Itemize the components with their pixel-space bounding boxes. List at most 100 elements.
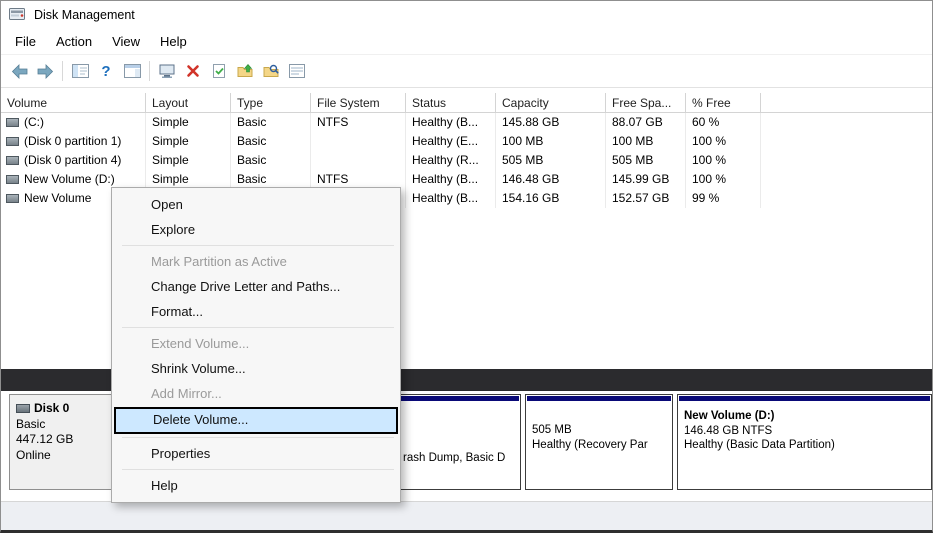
- drive-icon: [6, 137, 19, 146]
- menu-action[interactable]: Action: [46, 31, 102, 52]
- filler-cell: [761, 189, 932, 208]
- status-cell: Healthy (B...: [406, 170, 496, 189]
- free-space-cell: 100 MB: [606, 132, 686, 151]
- forward-icon[interactable]: [32, 58, 58, 84]
- column-header-file-system[interactable]: File System: [311, 93, 406, 113]
- row-c-drive[interactable]: (C:) Simple Basic NTFS Healthy (B... 145…: [1, 113, 932, 132]
- context-menu-item-shrink-volume[interactable]: Shrink Volume...: [112, 356, 400, 381]
- pct-free-cell: 100 %: [686, 151, 761, 170]
- free-space-cell: 505 MB: [606, 151, 686, 170]
- folder-search-icon[interactable]: [258, 58, 284, 84]
- file-system-cell: NTFS: [311, 113, 406, 132]
- disk-management-window: Disk Management File Action View Help ?: [0, 0, 933, 533]
- capacity-cell: 100 MB: [496, 132, 606, 151]
- volume-name: New Volume: [24, 189, 91, 208]
- type-cell: Basic: [231, 113, 311, 132]
- column-header-type[interactable]: Type: [231, 93, 311, 113]
- layout-cell: Simple: [146, 132, 231, 151]
- monitor-icon[interactable]: [154, 58, 180, 84]
- filler-cell: [761, 113, 932, 132]
- app-icon: [9, 6, 27, 24]
- partition-status: Healthy (Basic Data Partition): [684, 438, 925, 453]
- context-menu: Open Explore Mark Partition as Active Ch…: [111, 187, 401, 503]
- toolbar: ?: [1, 54, 932, 88]
- disk-capacity: 447.12 GB: [16, 432, 109, 448]
- status-cell: Healthy (R...: [406, 151, 496, 170]
- capacity-cell: 505 MB: [496, 151, 606, 170]
- free-space-cell: 88.07 GB: [606, 113, 686, 132]
- status-cell: Healthy (B...: [406, 113, 496, 132]
- partition-size: 146.48 GB NTFS: [684, 424, 925, 439]
- menu-separator: [122, 327, 394, 328]
- context-menu-item-extend-volume: Extend Volume...: [112, 331, 400, 356]
- column-header-filler: [761, 93, 932, 113]
- menu-separator: [122, 437, 394, 438]
- help-icon[interactable]: ?: [93, 58, 119, 84]
- drive-icon: [6, 156, 19, 165]
- drive-icon: [6, 118, 19, 127]
- context-menu-item-mark-partition-active: Mark Partition as Active: [112, 249, 400, 274]
- context-menu-item-open[interactable]: Open: [112, 192, 400, 217]
- capacity-cell: 146.48 GB: [496, 170, 606, 189]
- toolbar-separator: [149, 61, 150, 81]
- context-menu-item-properties[interactable]: Properties: [112, 441, 400, 466]
- filler-cell: [761, 132, 932, 151]
- column-header-volume[interactable]: Volume: [1, 93, 146, 113]
- disk-type: Basic: [16, 417, 109, 433]
- partition-new-volume-d[interactable]: New Volume (D:) 146.48 GB NTFS Healthy (…: [677, 394, 932, 490]
- free-space-cell: 145.99 GB: [606, 170, 686, 189]
- status-cell: Healthy (E...: [406, 132, 496, 151]
- window-title: Disk Management: [34, 8, 135, 22]
- volume-name: (Disk 0 partition 1): [24, 132, 121, 151]
- disk0-header-panel[interactable]: Disk 0 Basic 447.12 GB Online: [9, 394, 116, 490]
- pct-free-cell: 100 %: [686, 132, 761, 151]
- check-document-icon[interactable]: [206, 58, 232, 84]
- list-header: Volume Layout Type File System Status Ca…: [1, 93, 932, 113]
- folder-up-arrow-icon[interactable]: [232, 58, 258, 84]
- partition-505mb-recovery[interactable]: 505 MB Healthy (Recovery Par: [525, 394, 673, 490]
- pct-free-cell: 100 %: [686, 170, 761, 189]
- pct-free-cell: 99 %: [686, 189, 761, 208]
- volume-cell: (Disk 0 partition 4): [1, 151, 146, 170]
- column-header-layout[interactable]: Layout: [146, 93, 231, 113]
- partition-size: 505 MB: [532, 423, 666, 438]
- drive-icon: [6, 194, 19, 203]
- menu-separator: [122, 469, 394, 470]
- column-header-status[interactable]: Status: [406, 93, 496, 113]
- context-menu-item-help[interactable]: Help: [112, 473, 400, 498]
- layout-cell: Simple: [146, 113, 231, 132]
- context-menu-item-delete-volume[interactable]: Delete Volume...: [114, 407, 398, 434]
- partition-status-fragment: rash Dump, Basic D: [403, 452, 505, 464]
- menu-help[interactable]: Help: [150, 31, 197, 52]
- column-header-pct-free[interactable]: % Free: [686, 93, 761, 113]
- context-menu-item-explore[interactable]: Explore: [112, 217, 400, 242]
- type-cell: Basic: [231, 132, 311, 151]
- row-disk0-partition-4[interactable]: (Disk 0 partition 4) Simple Basic Health…: [1, 151, 932, 170]
- volume-cell: (C:): [1, 113, 146, 132]
- menu-view[interactable]: View: [102, 31, 150, 52]
- menu-file[interactable]: File: [5, 31, 46, 52]
- context-menu-item-format[interactable]: Format...: [112, 299, 400, 324]
- filler-cell: [761, 151, 932, 170]
- red-x-icon[interactable]: [180, 58, 206, 84]
- menubar: File Action View Help: [1, 29, 932, 54]
- partition-status: Healthy (Recovery Par: [532, 438, 666, 453]
- row-disk0-partition-1[interactable]: (Disk 0 partition 1) Simple Basic Health…: [1, 132, 932, 151]
- footer-strip: [1, 501, 932, 530]
- pct-free-cell: 60 %: [686, 113, 761, 132]
- console-tree-icon[interactable]: [67, 58, 93, 84]
- action-pane-icon[interactable]: [119, 58, 145, 84]
- context-menu-item-add-mirror: Add Mirror...: [112, 381, 400, 406]
- context-menu-item-change-drive-letter[interactable]: Change Drive Letter and Paths...: [112, 274, 400, 299]
- toolbar-separator: [62, 61, 63, 81]
- menu-separator: [122, 245, 394, 246]
- file-system-cell: [311, 132, 406, 151]
- column-header-free-space[interactable]: Free Spa...: [606, 93, 686, 113]
- partition-label: New Volume (D:): [684, 409, 925, 424]
- capacity-cell: 145.88 GB: [496, 113, 606, 132]
- back-icon[interactable]: [6, 58, 32, 84]
- disk-icon: [16, 404, 30, 413]
- column-header-capacity[interactable]: Capacity: [496, 93, 606, 113]
- disk-name: Disk 0: [34, 401, 69, 417]
- form-icon[interactable]: [284, 58, 310, 84]
